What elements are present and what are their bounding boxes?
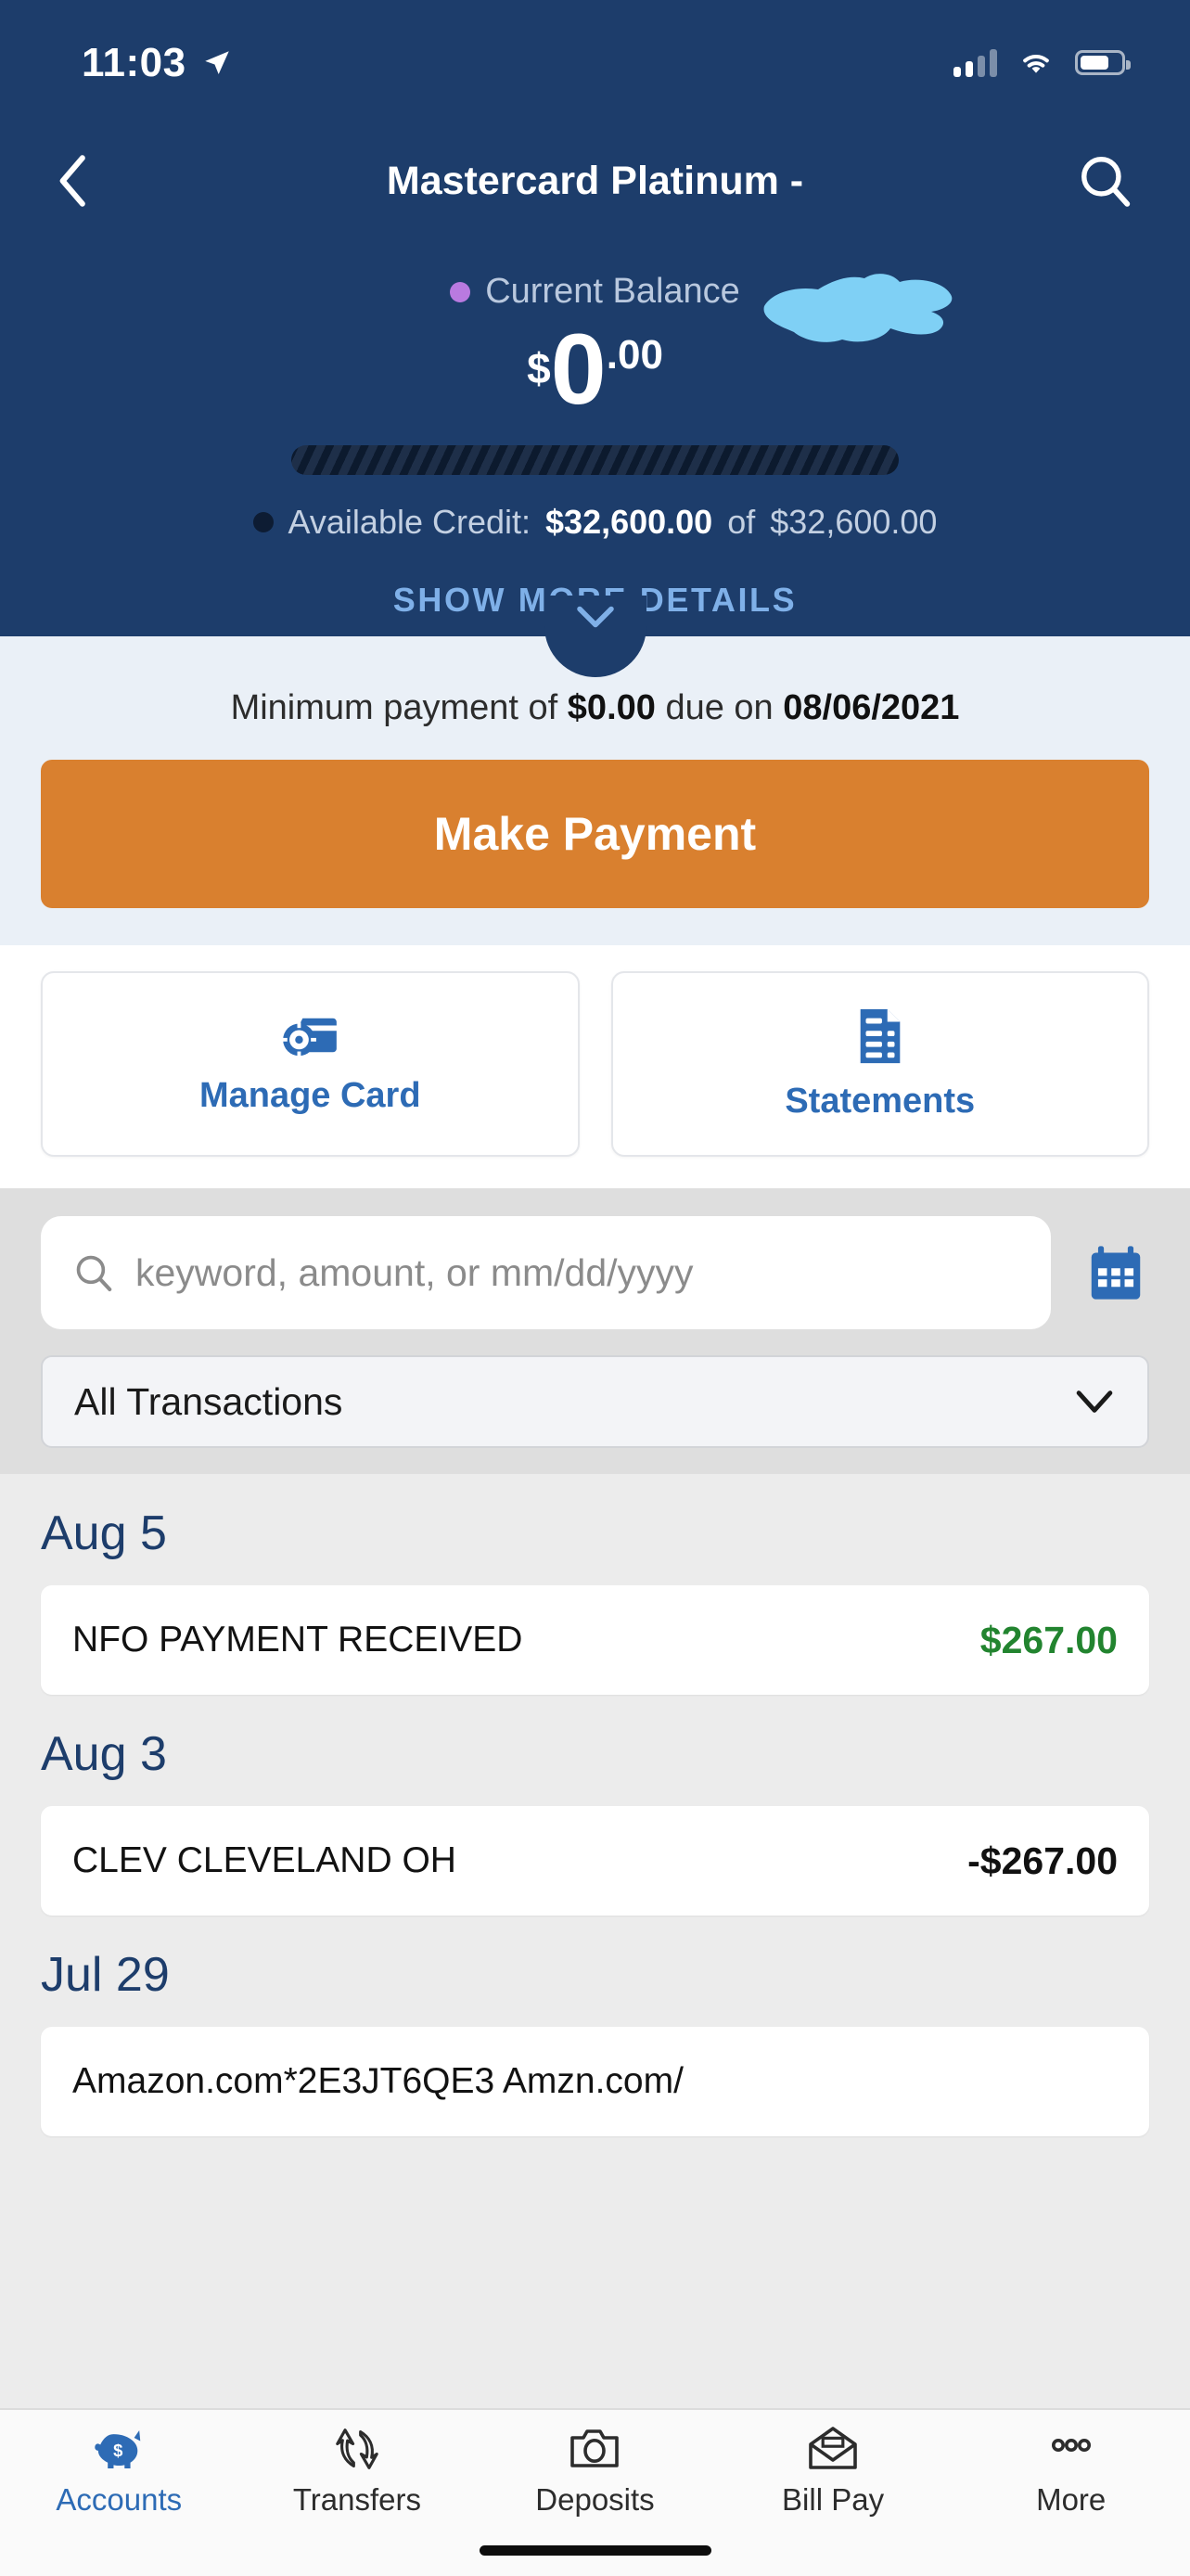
transaction-group: Aug 5 NFO PAYMENT RECEIVED $267.00 xyxy=(41,1474,1149,1695)
transaction-date-header: Aug 3 xyxy=(41,1727,167,1781)
tab-label-transfers: Transfers xyxy=(292,2482,421,2517)
transaction-search-area: All Transactions xyxy=(0,1188,1190,1474)
transaction-group: Jul 29 Amazon.com*2E3JT6QE3 Amzn.com/ xyxy=(41,1916,1149,2136)
available-credit-of: of xyxy=(727,503,756,541)
piggy-bank-icon: $ xyxy=(95,2430,141,2469)
quick-actions: Manage Card Statements xyxy=(0,945,1190,1188)
current-balance-dot-icon xyxy=(450,281,471,302)
available-credit-value: $32,600.00 xyxy=(545,503,713,541)
back-button[interactable] xyxy=(46,153,102,209)
home-indicator xyxy=(479,2545,711,2556)
search-input[interactable] xyxy=(135,1250,1019,1295)
calendar-icon xyxy=(1091,1246,1141,1300)
account-header: Mastercard Platinum - Current Balance $ … xyxy=(0,125,1190,677)
status-time: 11:03 xyxy=(82,39,186,85)
svg-text:$: $ xyxy=(113,2441,122,2460)
table-row[interactable]: NFO PAYMENT RECEIVED $267.00 xyxy=(41,1585,1149,1695)
tab-bill-pay[interactable]: Bill Pay xyxy=(714,2427,953,2518)
min-payment-amount: $0.00 xyxy=(567,688,656,727)
tab-label-deposits: Deposits xyxy=(535,2482,655,2517)
date-picker-button[interactable] xyxy=(1082,1239,1149,1306)
statements-button[interactable]: Statements xyxy=(610,971,1149,1157)
available-credit-label: Available Credit: xyxy=(288,503,531,541)
minimum-payment-text: Minimum payment of $0.00 due on 08/06/20… xyxy=(41,688,1149,728)
available-credit-row: Available Credit: $32,600.00 of $32,600.… xyxy=(0,503,1190,542)
manage-card-label: Manage Card xyxy=(198,1075,421,1115)
nav-bar: Mastercard Platinum - xyxy=(0,125,1190,237)
transfer-arrows-icon xyxy=(336,2429,378,2469)
tab-deposits[interactable]: Deposits xyxy=(476,2427,714,2518)
credit-usage-progress-bar xyxy=(291,445,899,475)
search-icon xyxy=(1081,157,1131,207)
transaction-description: NFO PAYMENT RECEIVED xyxy=(72,1620,523,1660)
chevron-down-icon xyxy=(576,606,614,628)
cellular-signal-icon xyxy=(953,48,997,77)
status-indicators xyxy=(953,48,1131,77)
balance-whole: 0 xyxy=(550,313,607,425)
header-search-button[interactable] xyxy=(1073,148,1138,213)
current-balance-amount: $ 0 .00 xyxy=(0,319,1190,419)
ellipsis-icon xyxy=(1051,2439,1091,2452)
payment-section: Minimum payment of $0.00 due on 08/06/20… xyxy=(0,636,1190,945)
search-row xyxy=(41,1216,1149,1329)
transaction-list: Aug 5 NFO PAYMENT RECEIVED $267.00 Aug 3… xyxy=(0,1474,1190,2136)
transaction-filter-value: All Transactions xyxy=(74,1379,343,1423)
manage-card-button[interactable]: Manage Card xyxy=(41,971,580,1157)
current-balance-label-row: Current Balance xyxy=(0,272,1190,312)
balance-currency: $ xyxy=(527,344,551,392)
search-icon xyxy=(76,1255,112,1292)
balance-cents: .00 xyxy=(606,332,663,378)
search-box[interactable] xyxy=(41,1216,1051,1329)
app-screen: 11:03 Mastercard Platinum - Current Bala… xyxy=(0,0,1190,2576)
tab-transfers[interactable]: Transfers xyxy=(238,2427,477,2518)
tab-accounts[interactable]: $ Accounts xyxy=(0,2427,238,2518)
camera-icon xyxy=(570,2429,620,2467)
location-arrow-icon xyxy=(204,50,229,74)
page-title: Mastercard Platinum - xyxy=(386,158,804,203)
transaction-date-header: Aug 5 xyxy=(41,1506,167,1560)
transaction-description: CLEV CLEVELAND OH xyxy=(72,1840,456,1880)
tab-label-bill-pay: Bill Pay xyxy=(782,2482,885,2517)
current-balance-label: Current Balance xyxy=(485,272,740,311)
status-time-group: 11:03 xyxy=(82,40,233,86)
transaction-group: Aug 3 CLEV CLEVELAND OH -$267.00 xyxy=(41,1695,1149,1916)
min-payment-prefix: Minimum payment of xyxy=(230,688,558,727)
min-payment-due-date: 08/06/2021 xyxy=(783,688,960,727)
available-credit-dot-icon xyxy=(252,512,274,532)
tab-more[interactable]: More xyxy=(952,2427,1190,2518)
transaction-filter-select[interactable]: All Transactions xyxy=(41,1355,1149,1448)
transaction-amount: $267.00 xyxy=(979,1618,1118,1661)
credit-card-gear-icon xyxy=(282,1018,338,1057)
status-bar: 11:03 xyxy=(0,0,1190,125)
chevron-left-icon xyxy=(59,155,85,207)
tab-label-more: More xyxy=(1036,2482,1107,2517)
transaction-date-header: Jul 29 xyxy=(41,1948,170,2002)
statements-label: Statements xyxy=(785,1081,976,1121)
transaction-description: Amazon.com*2E3JT6QE3 Amzn.com/ xyxy=(72,2061,684,2101)
open-envelope-icon xyxy=(809,2427,857,2469)
tab-label-accounts: Accounts xyxy=(56,2482,183,2517)
document-list-icon xyxy=(860,1008,901,1063)
wifi-icon xyxy=(1023,54,1049,73)
table-row[interactable]: Amazon.com*2E3JT6QE3 Amzn.com/ xyxy=(41,2027,1149,2136)
transaction-amount: -$267.00 xyxy=(967,1839,1118,1882)
table-row[interactable]: CLEV CLEVELAND OH -$267.00 xyxy=(41,1806,1149,1916)
balance-block: Current Balance $ 0 .00 Available Credit… xyxy=(0,237,1190,620)
make-payment-button[interactable]: Make Payment xyxy=(41,760,1149,908)
credit-limit-value: $32,600.00 xyxy=(770,503,938,541)
min-payment-due-label: due on xyxy=(665,688,774,727)
chevron-down-icon xyxy=(1076,1391,1113,1413)
battery-icon xyxy=(1075,50,1131,75)
